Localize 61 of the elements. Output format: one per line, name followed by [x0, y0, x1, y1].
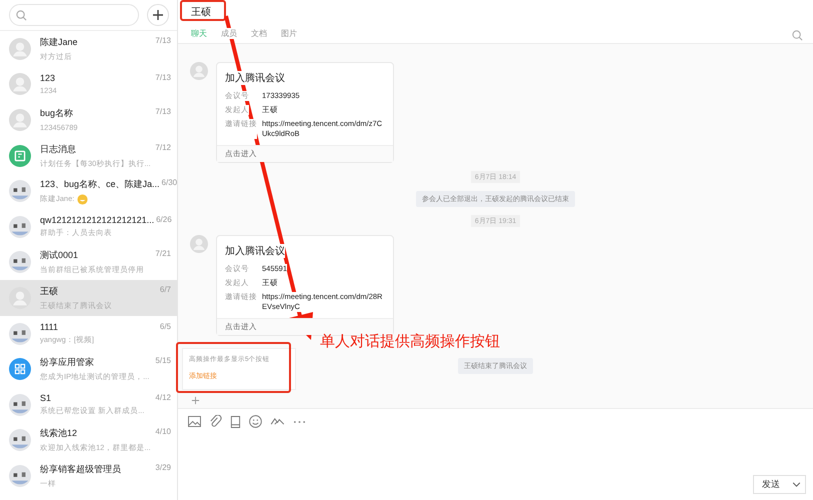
- group-avatar-icon: [9, 180, 31, 202]
- wave-icon[interactable]: [270, 417, 285, 426]
- conversation-name: 日志消息: [40, 142, 76, 156]
- conversation-time: 3/29: [155, 462, 171, 474]
- paperclip-icon[interactable]: [209, 415, 222, 428]
- conversation-time: 7/13: [155, 36, 171, 47]
- conversation-time: 7/12: [155, 142, 171, 154]
- annotation-text: 单人对话提供高频操作按钮: [320, 332, 500, 351]
- conversation-name: bug名称: [40, 107, 74, 120]
- conversation-time: 6/5: [160, 322, 171, 332]
- conversation-time: 6/7: [160, 284, 171, 296]
- chat-title: 王硕: [191, 6, 211, 19]
- conversation-name: 测试0001: [40, 249, 78, 262]
- conversation-name: 王硕: [40, 284, 58, 298]
- conversation-name: 123: [40, 73, 56, 84]
- card-title: 加入腾讯会议: [225, 244, 285, 258]
- conversation-time: 4/10: [155, 427, 171, 438]
- conversation-name: 纷享销客超级管理员: [40, 462, 121, 476]
- send-options-button[interactable]: [788, 475, 806, 494]
- group-avatar-icon: [9, 394, 31, 416]
- search-icon[interactable]: [792, 30, 803, 41]
- avatar-icon: [9, 38, 31, 60]
- card-title: 加入腾讯会议: [225, 71, 285, 85]
- conversation-name: 123、bug名称、ce、陈建Ja...: [40, 178, 160, 191]
- avatar-icon: [9, 108, 31, 131]
- conversation-time: 7/21: [155, 249, 171, 260]
- chevron-down-icon: [792, 482, 801, 487]
- avatar-icon: [190, 62, 208, 80]
- send-button[interactable]: 发送: [753, 475, 788, 494]
- conversation-name: qw1212121212121212121...: [40, 215, 154, 226]
- search-field[interactable]: [9, 4, 139, 26]
- conversation-time: 6/30: [162, 178, 178, 189]
- conversation-name: 线索池12: [40, 427, 78, 440]
- avatar-icon: [9, 286, 31, 309]
- conversation-name: 陈建Jane: [40, 36, 78, 49]
- avatar-icon: [190, 235, 208, 253]
- grid-app-icon: [9, 358, 31, 380]
- conversation-time: 6/26: [156, 215, 172, 226]
- log-app-icon: [9, 144, 31, 167]
- group-avatar-icon: [9, 322, 31, 345]
- conversation-name: 1111: [40, 322, 58, 332]
- conversation-time: 7/13: [155, 73, 171, 84]
- plus-icon[interactable]: [191, 396, 200, 405]
- group-avatar-icon: [9, 251, 31, 274]
- image-icon[interactable]: [188, 416, 201, 427]
- search-icon: [16, 10, 27, 20]
- conversation-name: S1: [40, 393, 52, 404]
- smiley-icon[interactable]: [249, 415, 262, 428]
- group-avatar-icon: [9, 429, 31, 452]
- more-icon[interactable]: [293, 420, 306, 424]
- drive-icon[interactable]: [230, 416, 241, 428]
- conversation-time: 5/15: [155, 356, 171, 368]
- group-avatar-icon: [9, 464, 31, 487]
- add-button[interactable]: [147, 4, 169, 26]
- group-avatar-icon: [9, 216, 31, 238]
- conversation-time: 7/13: [155, 107, 171, 118]
- highlight-frame: [180, 0, 226, 21]
- avatar-icon: [9, 73, 31, 96]
- plus-icon: [152, 9, 164, 21]
- conversation-time: 4/12: [155, 393, 171, 404]
- conversation-name: 纷享应用管家: [40, 356, 94, 370]
